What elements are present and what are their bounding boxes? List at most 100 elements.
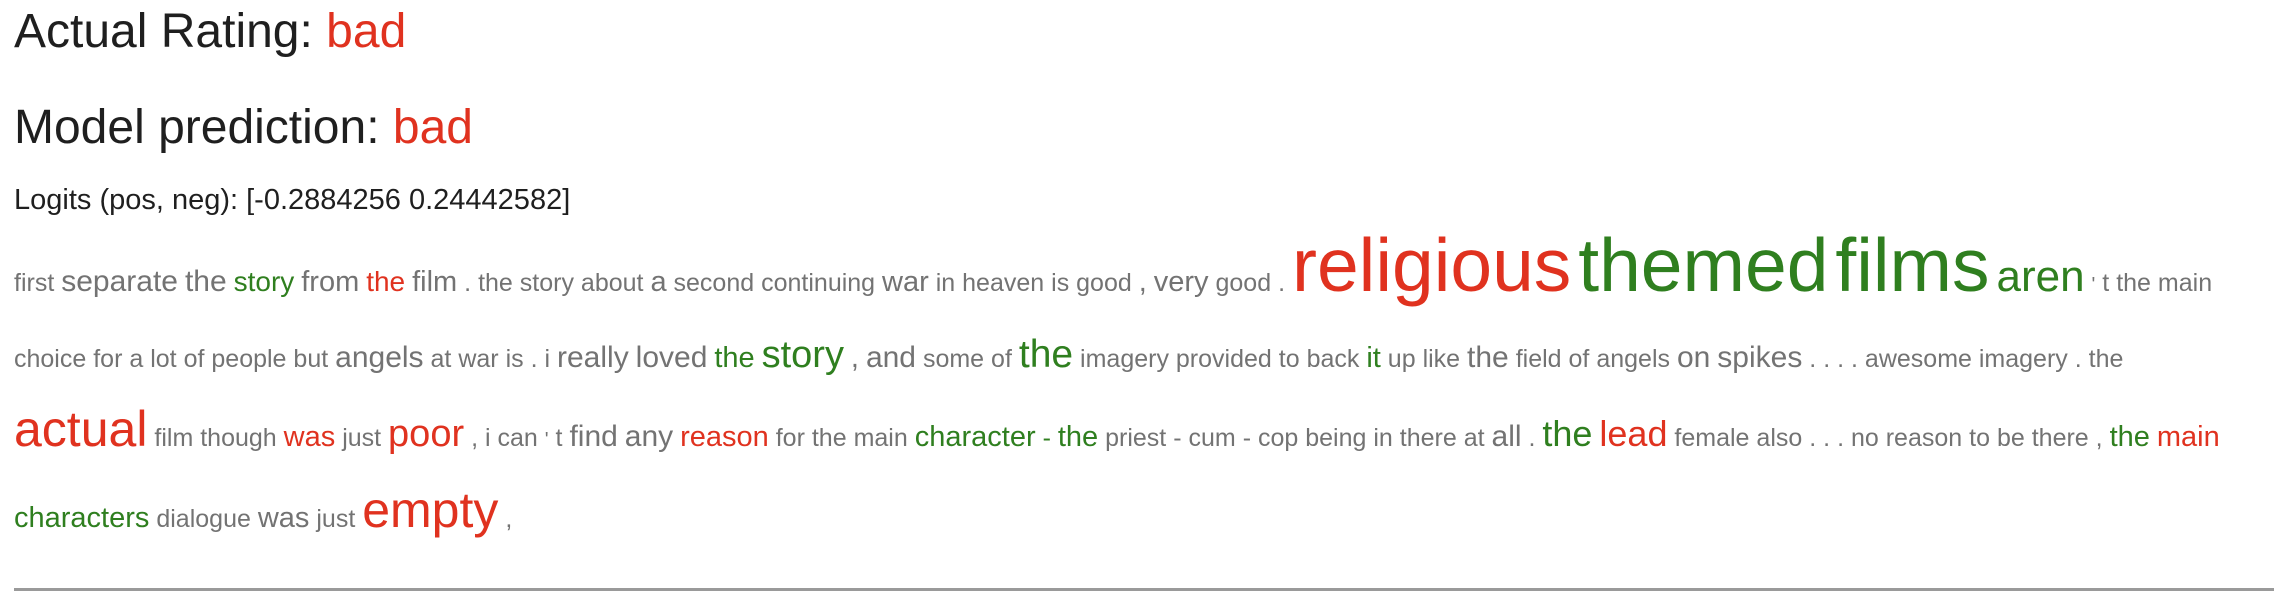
token: i (544, 345, 551, 373)
token: the (366, 266, 406, 297)
token: provided (1175, 345, 1272, 373)
actual-rating-label: Actual Rating: (14, 5, 327, 58)
token: , (1138, 266, 1147, 298)
token: no (1850, 424, 1879, 452)
token: the (2116, 269, 2151, 297)
token: story (233, 266, 295, 297)
token: heaven (962, 269, 1045, 297)
token: loved (635, 341, 708, 374)
actual-rating-heading: Actual Rating: bad (14, 2, 406, 62)
token: really (557, 341, 629, 374)
token: . (1823, 345, 1831, 373)
token: being (1305, 424, 1367, 452)
token: choice (14, 345, 87, 373)
token: characters (14, 502, 150, 534)
token: just (342, 424, 382, 452)
token: to (1278, 345, 1300, 373)
token: war (458, 345, 499, 373)
token: is (505, 345, 524, 373)
token: the (1542, 413, 1593, 454)
token: find (569, 420, 618, 453)
model-prediction-value: bad (392, 101, 473, 154)
token: the (2088, 345, 2124, 373)
divider (14, 588, 2274, 591)
token: in (1373, 424, 1393, 452)
token: first (14, 269, 55, 297)
token: war (882, 266, 929, 298)
token: - (1242, 424, 1252, 452)
token: cum (1188, 424, 1236, 452)
token: like (1422, 345, 1461, 373)
token: . (530, 345, 538, 373)
token: at (1463, 424, 1485, 452)
token: there (1399, 424, 1457, 452)
token: poor (388, 413, 465, 455)
token: of (991, 345, 1012, 373)
token: all (1491, 420, 1522, 453)
token: any (624, 420, 674, 453)
token: good (1215, 269, 1272, 297)
token: reason (680, 421, 769, 453)
token: priest (1105, 424, 1167, 452)
token: a (129, 345, 144, 373)
token: on (1676, 341, 1711, 374)
token: but (293, 345, 329, 373)
token: the (184, 265, 227, 298)
token: story (761, 334, 844, 376)
token: . (1851, 345, 1858, 373)
token: the (478, 269, 513, 297)
token: i (484, 424, 491, 452)
token: lot (150, 345, 177, 373)
token: films (1835, 223, 1990, 307)
token: , (471, 424, 479, 452)
token: the (1467, 341, 1509, 374)
logits-line: Logits (pos, neg): [-0.2884256 0.2444258… (14, 184, 571, 216)
token: imagery (1080, 345, 1169, 373)
token: ' (544, 429, 549, 451)
token: . (1528, 424, 1536, 452)
token: up (1387, 345, 1416, 373)
token: female (1674, 424, 1750, 452)
token: ' (2091, 274, 2096, 296)
token: imagery (1978, 345, 2068, 373)
token: aren (1996, 252, 2085, 301)
token: can (497, 424, 538, 452)
token: second (673, 269, 755, 297)
token: angels (1596, 345, 1671, 373)
token: . (2074, 345, 2082, 373)
token: good (1076, 269, 1132, 297)
token: some (922, 345, 985, 373)
token: for (775, 424, 805, 452)
token: cop (1257, 424, 1299, 452)
token: t (2102, 269, 2110, 297)
token: is (1051, 269, 1070, 297)
token: main (853, 424, 908, 452)
token: field (1515, 345, 1562, 373)
token: the (2109, 421, 2150, 453)
token: angels (335, 341, 424, 374)
token: film (154, 424, 194, 452)
token: , (850, 342, 859, 374)
token: , (2095, 424, 2103, 452)
token: continuing (761, 269, 876, 297)
model-prediction-heading: Model prediction: bad (14, 98, 473, 158)
token: dialogue (156, 505, 251, 533)
token: t (555, 424, 563, 452)
token: . (1809, 345, 1817, 373)
token: just (316, 505, 356, 533)
token: reason (1885, 424, 1963, 452)
token: for (93, 345, 123, 373)
token: character (914, 421, 1036, 453)
token: people (211, 345, 287, 373)
token: separate (61, 265, 178, 298)
token: . (1809, 424, 1817, 452)
token: the (1018, 333, 1074, 376)
token: the (714, 342, 755, 374)
token: from (301, 266, 360, 298)
token: film (412, 266, 458, 298)
model-prediction-label: Model prediction: (14, 101, 393, 154)
token: of (183, 345, 205, 373)
token: , (505, 505, 513, 533)
token: was (257, 502, 310, 534)
token: the (1057, 421, 1099, 453)
